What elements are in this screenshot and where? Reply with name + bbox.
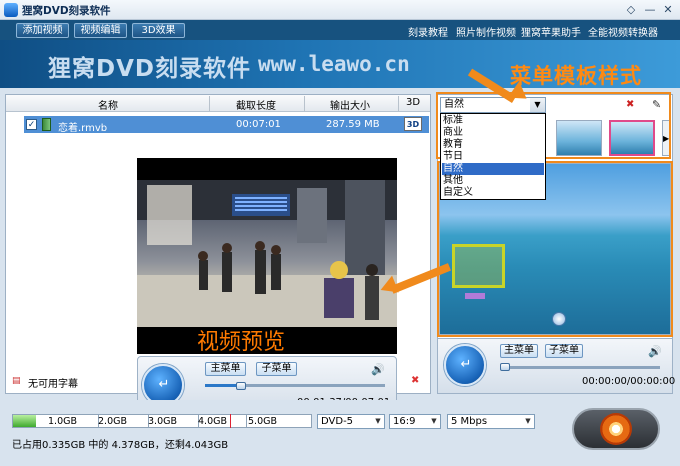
video-converter-link[interactable]: 全能视频转换器 [588,24,658,39]
template-option[interactable]: 自定义 [442,187,544,199]
burn-tutorial-link[interactable]: 刻录教程 [408,24,448,39]
capacity-mark: 3.0GB [148,416,177,427]
banner-url: www.leawo.cn [258,52,410,76]
subtitle-icon: ▤ [12,376,21,386]
chevron-down-icon[interactable]: ▼ [530,98,545,112]
col-divider [304,96,305,111]
delete-subtitle-icon[interactable]: ✖ [411,375,419,386]
enter-icon: ↵ [460,357,472,372]
template-option[interactable]: 节日 [442,151,544,163]
capacity-mark: 5.0GB [248,416,277,427]
row-size: 287.59 MB [326,119,380,130]
capacity-mark: 2.0GB [98,416,127,427]
app-logo-icon [4,3,18,17]
menu-nav-dot[interactable] [552,312,566,326]
apple-helper-link[interactable]: 狸窝苹果助手 [521,24,581,39]
chevron-down-icon[interactable]: ▼ [522,415,534,428]
video-frame [137,180,397,327]
volume-icon[interactable]: 🔊 [371,363,385,376]
photo-video-link[interactable]: 照片制作视频 [456,24,516,39]
edit-video-button[interactable]: 视频编辑 [74,23,127,38]
capacity-divider [246,414,247,428]
template-option[interactable]: 教育 [442,139,544,151]
close-button[interactable]: ✕ [661,3,675,17]
template-style-annotation: 菜单模板样式 [510,63,642,88]
row-checkbox[interactable]: ✓ [26,119,37,130]
capacity-mark: 4.0GB [198,416,227,427]
menu-seek-track[interactable] [500,366,660,369]
menu-button-marker [465,293,485,299]
disc-usage-text: 已占用0.335GB 中的 4.378GB，还剩4.043GB [12,440,229,451]
3d-icon[interactable]: 3D [404,117,422,131]
restore-icon[interactable]: ◇ [624,3,638,17]
minimize-button[interactable]: — [643,3,657,17]
chevron-down-icon[interactable]: ▼ [428,415,440,428]
col-divider [209,96,210,111]
burn-disc-icon [600,413,632,445]
template-option[interactable]: 其他 [442,175,544,187]
col-3d[interactable]: 3D [401,97,425,108]
enter-icon: ↵ [158,377,170,392]
seek-thumb[interactable] [236,382,246,390]
capacity-mark: 1.0GB [48,416,77,427]
video-file-icon [42,118,51,131]
window-title: 狸窝DVD刻录软件 [22,5,111,17]
3d-effect-button[interactable]: 3D效果 [132,23,185,38]
menu-button-frame[interactable] [452,244,505,288]
col-divider [398,96,399,111]
row-filename: 恋着.rmvb [58,123,108,134]
subtitle-select[interactable]: 无可用字幕 [28,375,78,390]
row-duration: 00:07:01 [236,119,281,130]
menu-sub-button[interactable]: 子菜单 [545,344,583,358]
main-menu-button[interactable]: 主菜单 [205,362,246,376]
template-option[interactable]: 商业 [442,127,544,139]
col-name[interactable]: 名称 [80,97,136,112]
disc-capacity-fill [13,415,36,427]
preview-caption: 视频预览 [197,330,286,355]
template-option[interactable]: 自然 [442,163,544,175]
sub-menu-button[interactable]: 子菜单 [256,362,297,376]
add-video-button[interactable]: 添加视频 [16,23,69,38]
col-size[interactable]: 输出大小 [322,97,378,112]
capacity-limit-marker [230,414,231,428]
banner-title: 狸窝DVD刻录软件 [48,56,251,82]
col-duration[interactable]: 截取长度 [228,97,284,112]
menu-playback-time: 00:00:00/00:00:00 [582,376,676,387]
volume-icon[interactable]: 🔊 [648,345,662,358]
template-option[interactable]: 标准 [442,115,544,127]
menu-seek-thumb[interactable] [500,363,510,371]
menu-main-button[interactable]: 主菜单 [500,344,538,358]
chevron-down-icon[interactable]: ▼ [372,415,384,428]
